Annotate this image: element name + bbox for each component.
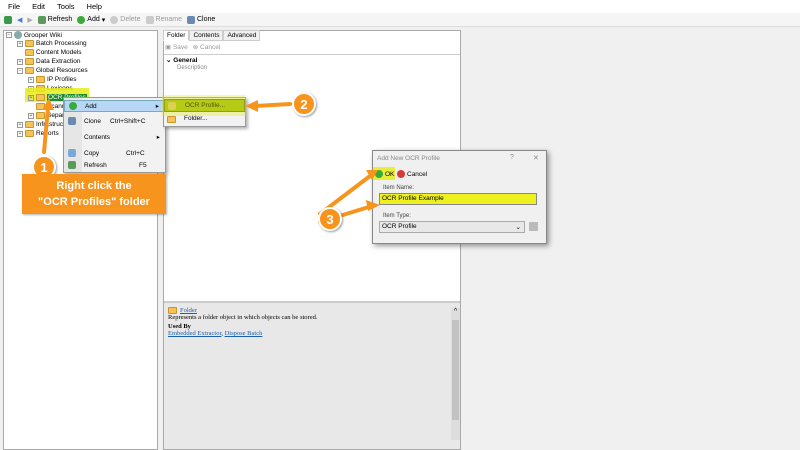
callout-1-text: Right click the "OCR Profiles" folder [22,174,166,214]
callout-3-badge: 3 [318,207,342,231]
callout-2-badge: 2 [292,92,316,116]
annotation-arrows [42,98,380,224]
